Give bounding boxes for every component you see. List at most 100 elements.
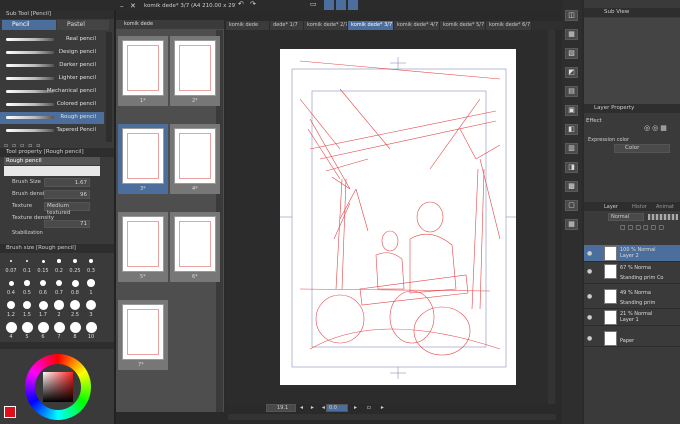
brush-size-dot[interactable] xyxy=(38,300,48,310)
brush-size-dot[interactable] xyxy=(37,321,49,333)
doc-tab[interactable]: komik dede* 4/7 xyxy=(394,21,440,30)
brush-size-dot[interactable] xyxy=(21,321,33,333)
doc-tab[interactable]: komik dede* 3/7 xyxy=(348,21,394,30)
texture-density-slider[interactable]: 71 xyxy=(44,220,90,228)
effect-buttons[interactable]: ◎◎▦ xyxy=(644,124,669,132)
canvas-page[interactable] xyxy=(280,49,516,385)
tab-pencil[interactable]: Pencil xyxy=(2,20,56,30)
zoom-buttons[interactable]: ◂ ▸ ◂ xyxy=(300,404,328,411)
canvas-vscroll[interactable] xyxy=(548,30,555,404)
subview-area[interactable] xyxy=(584,18,680,104)
side-palette-icon[interactable]: ▣ xyxy=(565,105,578,116)
brush-size-dot[interactable] xyxy=(71,279,79,287)
expression-color-select[interactable]: Color xyxy=(614,144,670,153)
eye-icon[interactable]: ● xyxy=(587,268,592,275)
canvas-hscroll[interactable] xyxy=(228,414,556,420)
brush-size-dot[interactable] xyxy=(85,321,97,333)
brush-size-dot[interactable] xyxy=(53,321,65,333)
doc-tab[interactable]: komik dede* 2/7 xyxy=(304,21,348,30)
brush-size-dot[interactable] xyxy=(7,301,15,309)
subtool-darker-pencil[interactable]: Darker pencil xyxy=(0,60,104,72)
subtool-tapered-pencil[interactable]: Tapered Pencil xyxy=(0,125,104,137)
eye-icon[interactable]: ● xyxy=(587,250,592,257)
brush-size-dot[interactable] xyxy=(85,299,97,311)
eye-icon[interactable]: ● xyxy=(587,335,592,342)
tab-history[interactable]: Histor xyxy=(632,204,647,210)
blend-mode-select[interactable]: Normal xyxy=(608,213,644,221)
brush-size-dot[interactable] xyxy=(73,259,77,263)
brush-size-dot[interactable] xyxy=(8,280,14,286)
side-palette-icon[interactable]: ▢ xyxy=(565,200,578,211)
brush-density-slider[interactable]: 96 xyxy=(44,190,90,199)
page-thumb-3[interactable]: 3* xyxy=(118,124,168,194)
minimize-icon[interactable]: – xyxy=(120,1,124,11)
layer-row[interactable]: ● Paper xyxy=(584,330,680,347)
page-thumb-6[interactable]: 6* xyxy=(170,212,220,282)
brush-size-dot[interactable] xyxy=(55,279,63,287)
brush-size-dot[interactable] xyxy=(57,259,61,263)
opacity-slider[interactable] xyxy=(648,214,678,220)
side-palette-icon[interactable]: ▩ xyxy=(565,181,578,192)
brush-size-dot[interactable] xyxy=(40,280,46,286)
brush-size-dot[interactable] xyxy=(87,279,95,287)
subtool-real-pencil[interactable]: Real pencil xyxy=(0,34,104,46)
snap-grid-icon[interactable] xyxy=(336,0,346,10)
subtool-rough-pencil[interactable]: Rough pencil xyxy=(0,112,104,124)
tab-animation[interactable]: Animat xyxy=(656,204,674,210)
snap-ruler-icon[interactable] xyxy=(324,0,334,10)
side-palette-icon[interactable]: ▤ xyxy=(565,86,578,97)
side-palette-icon[interactable]: ◩ xyxy=(565,67,578,78)
brush-size-dot[interactable] xyxy=(5,321,17,333)
snap-special-ruler-icon[interactable] xyxy=(348,0,358,10)
brush-size-dot[interactable] xyxy=(70,300,80,310)
brush-size-dot[interactable] xyxy=(41,259,45,263)
layer-row[interactable]: ● 49 % Norma Standing prim xyxy=(584,288,680,309)
zoom-field[interactable]: 19.1 xyxy=(266,404,296,412)
redo-icon[interactable]: ↷ xyxy=(250,0,256,9)
select-tool-icon[interactable]: ▭ xyxy=(310,0,317,9)
layer-row[interactable]: ● 21 % Normal Layer 1 xyxy=(584,309,680,326)
subtool-design-pencil[interactable]: Design pencil xyxy=(0,47,104,59)
side-palette-icon[interactable]: ▦ xyxy=(565,29,578,40)
color-sv-square[interactable] xyxy=(43,372,73,402)
side-palette-icon[interactable]: ◨ xyxy=(565,162,578,173)
page-thumb-5[interactable]: 5* xyxy=(118,212,168,282)
layer-row[interactable]: ● 100 % Normal Layer 2 xyxy=(584,245,680,262)
doc-tab[interactable]: komik dede* 6/7 xyxy=(486,21,532,30)
subtool-mechanical-pencil[interactable]: Mechanical pencil xyxy=(0,86,104,98)
tab-pastel[interactable]: Pastel xyxy=(57,20,109,30)
angle-field[interactable]: 0.0 xyxy=(326,404,348,412)
page-thumb-4[interactable]: 4* xyxy=(170,124,220,194)
tab-layer[interactable]: Layer xyxy=(604,204,618,210)
page-thumb-1[interactable]: 1* xyxy=(118,36,168,106)
eye-icon[interactable]: ● xyxy=(587,314,592,321)
side-palette-icon[interactable]: ▥ xyxy=(565,143,578,154)
undo-icon[interactable]: ↶ xyxy=(238,0,244,9)
brush-size-dot[interactable] xyxy=(22,300,32,310)
side-palette-icon[interactable]: ▧ xyxy=(565,48,578,59)
brush-size-slider[interactable]: 1.67 xyxy=(44,178,90,187)
subtool-scrollbar[interactable] xyxy=(106,32,112,142)
foreground-color-swatch[interactable] xyxy=(4,406,16,418)
doc-tab[interactable]: dede* 1/7 xyxy=(270,21,304,30)
doc-tab[interactable]: komik dede xyxy=(226,21,270,30)
doc-tab[interactable]: komik dede* 5/7 xyxy=(440,21,486,30)
close-icon[interactable]: ✕ xyxy=(130,1,136,11)
color-hue-ring[interactable] xyxy=(25,354,91,420)
texture-select[interactable]: Medium textured xyxy=(44,202,90,216)
brush-size-dot[interactable] xyxy=(88,258,94,264)
brush-size-dot[interactable] xyxy=(10,260,12,262)
subtool-lighter-pencil[interactable]: Lighter pencil xyxy=(0,73,104,85)
eye-icon[interactable]: ● xyxy=(587,293,592,300)
brush-size-dot[interactable] xyxy=(24,280,30,286)
side-palette-icon[interactable]: ◧ xyxy=(565,124,578,135)
side-palette-icon[interactable]: ▦ xyxy=(565,219,578,230)
rotate-buttons[interactable]: ▸ ▫ ▸ xyxy=(354,404,388,411)
subtool-colored-pencil[interactable]: Colored pencil xyxy=(0,99,104,111)
brush-size-dot[interactable] xyxy=(25,259,29,263)
page-thumb-7[interactable]: 7* xyxy=(118,300,168,370)
side-palette-icon[interactable]: ◫ xyxy=(565,10,578,21)
page-thumb-2[interactable]: 2* xyxy=(170,36,220,106)
layer-row[interactable]: ● 67 % Norma Standing prim Co xyxy=(584,263,680,284)
brush-size-dot[interactable] xyxy=(69,321,81,333)
